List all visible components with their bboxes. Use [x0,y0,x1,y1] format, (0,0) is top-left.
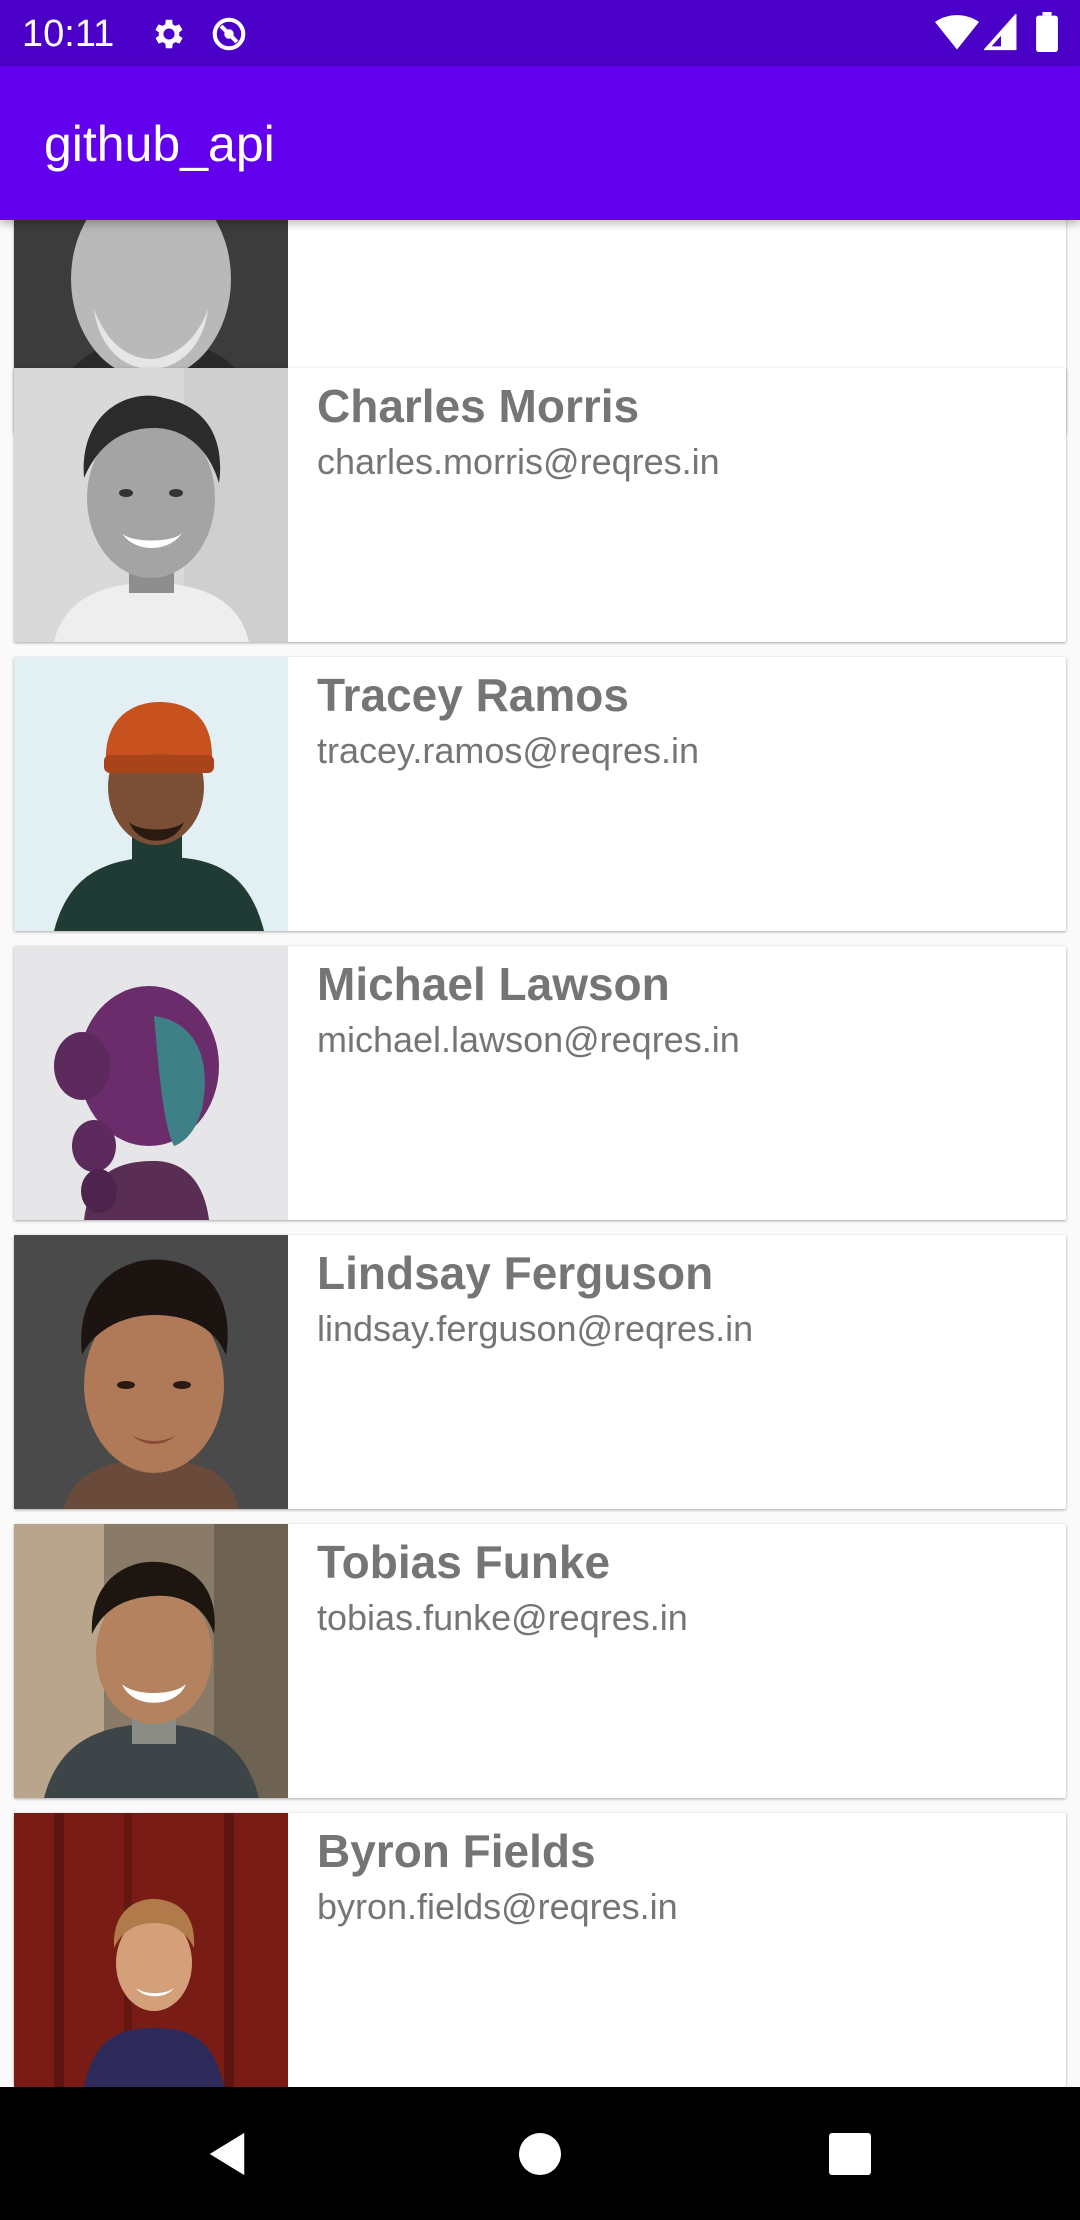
user-name: Michael Lawson [317,958,670,1010]
avatar [14,1813,288,2087]
avatar [14,368,288,642]
user-name: Tobias Funke [317,1536,611,1588]
data-saver-icon [210,15,248,53]
avatar [14,1524,288,1798]
user-name: Charles Morris [317,380,640,432]
app-title: github_api [44,116,275,172]
navigation-bar [0,2087,1080,2220]
user-card[interactable]: Michael Lawson michael.lawson@reqres.in [14,946,1066,1220]
wifi-icon [935,14,979,57]
user-card[interactable]: Tracey Ramos tracey.ramos@reqres.in [14,657,1066,931]
user-email: byron.fields@reqres.in [317,1886,678,1927]
user-card[interactable]: Tobias Funke tobias.funke@reqres.in [14,1524,1066,1798]
avatar [14,1235,288,1509]
back-icon[interactable] [192,2119,262,2189]
user-list[interactable]: Charles Morris charles.morris@reqres.in … [0,220,1080,2087]
home-icon[interactable] [505,2119,575,2189]
avatar [14,946,288,1220]
user-name: Lindsay Ferguson [317,1247,714,1299]
app-bar: github_api [0,66,1080,220]
signal-icon [983,12,1018,57]
status-time: 10:11 [22,13,115,55]
user-card[interactable]: Lindsay Ferguson lindsay.ferguson@reqres… [14,1235,1066,1509]
user-card[interactable]: Byron Fields byron.fields@reqres.in [14,1813,1066,2087]
gear-icon [150,15,188,53]
user-email: tobias.funke@reqres.in [317,1597,688,1638]
user-name: Byron Fields [317,1825,596,1877]
user-name: Tracey Ramos [317,669,629,721]
user-email: charles.morris@reqres.in [317,441,720,482]
user-email: tracey.ramos@reqres.in [317,730,699,771]
battery-icon [1036,12,1058,57]
user-card[interactable]: Charles Morris charles.morris@reqres.in [14,368,1066,642]
status-bar: 10:11 [0,0,1080,66]
user-email: lindsay.ferguson@reqres.in [317,1308,754,1349]
recents-icon[interactable] [815,2119,885,2189]
avatar [14,657,288,931]
user-email: michael.lawson@reqres.in [317,1019,740,1060]
